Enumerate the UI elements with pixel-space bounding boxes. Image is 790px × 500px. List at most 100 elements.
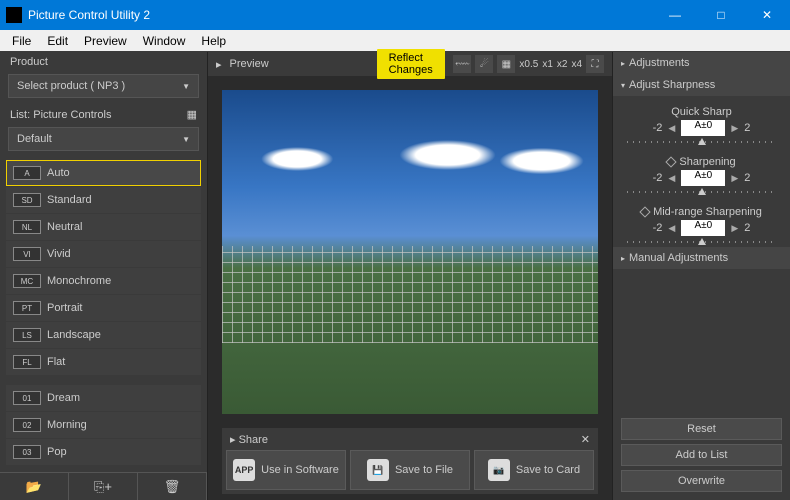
param-min: -2 (653, 172, 663, 184)
pc-label: Auto (47, 167, 70, 179)
list-dropdown[interactable]: Default ▼ (8, 127, 199, 151)
param-value[interactable]: A±0 (681, 120, 725, 136)
preview-header: ▸ Preview Reflect Changes ⬳ ☄ ▦ x0.5 x1 … (208, 52, 612, 76)
arrow-right-icon[interactable]: ▶ (729, 223, 740, 234)
slider-thumb[interactable] (698, 138, 706, 145)
share-label: Share (239, 434, 268, 446)
left-panel: Product Select product ( NP3 ) ▼ List: P… (0, 52, 208, 500)
param-slider[interactable] (627, 188, 776, 200)
pc-item-monochrome[interactable]: MCMonochrome (6, 268, 201, 294)
pc-label: Morning (47, 419, 87, 431)
pc-item-dream[interactable]: 01Dream (6, 385, 201, 411)
import-button[interactable]: 📂 (0, 473, 69, 500)
menu-preview[interactable]: Preview (76, 32, 135, 50)
arrow-left-icon[interactable]: ◀ (666, 123, 677, 134)
menu-file[interactable]: File (4, 32, 39, 50)
arrow-right-icon[interactable]: ▶ (729, 123, 740, 134)
zoom-x4[interactable]: x4 (571, 59, 582, 70)
param-slider[interactable] (627, 138, 776, 150)
preview-clouds (222, 139, 598, 179)
center-panel: ▸ Preview Reflect Changes ⬳ ☄ ▦ x0.5 x1 … (208, 52, 612, 500)
close-button[interactable]: ✕ (744, 0, 790, 30)
grid-icon[interactable]: ▦ (497, 55, 515, 73)
pc-item-morning[interactable]: 02 Morning (6, 412, 201, 438)
adjust-body: Quick Sharp-2◀A±0▶2Sharpening-2◀A±0▶2Mid… (613, 96, 790, 247)
pc-code-icon: SD (13, 193, 41, 207)
reset-button[interactable]: Reset (621, 418, 782, 440)
overwrite-button[interactable]: Overwrite (621, 470, 782, 492)
app-icon (6, 7, 22, 23)
manual-adjustments-header[interactable]: ▸ Manual Adjustments (613, 247, 790, 269)
close-share-icon[interactable]: ✕ (581, 433, 590, 446)
menu-edit[interactable]: Edit (39, 32, 76, 50)
expand-icon[interactable]: ⛶ (586, 55, 604, 73)
pc-label: Monochrome (47, 275, 111, 287)
diamond-icon (639, 206, 650, 217)
slider-thumb[interactable] (698, 188, 706, 195)
param-value[interactable]: A±0 (681, 220, 725, 236)
arrow-left-icon[interactable]: ◀ (666, 223, 677, 234)
share-save-to-card[interactable]: 📷 Save to Card (474, 450, 594, 490)
pc-label: Vivid (47, 248, 71, 260)
maximize-button[interactable]: □ (698, 0, 744, 30)
pc-item-flat[interactable]: FLFlat (6, 349, 201, 375)
histogram-icon[interactable]: ⬳ (453, 55, 471, 73)
manual-label: Manual Adjustments (629, 252, 728, 264)
share-save-to-file[interactable]: 💾 Save to File (350, 450, 470, 490)
chevron-right-icon: ▸ (621, 59, 625, 68)
share-btn-label: Save to Card (516, 464, 580, 476)
slider-thumb[interactable] (698, 238, 706, 245)
pc-label: Standard (47, 194, 92, 206)
titlebar: Picture Control Utility 2 ― □ ✕ (0, 0, 790, 30)
pc-label: Portrait (47, 302, 82, 314)
menu-help[interactable]: Help (193, 32, 234, 50)
pc-code-icon: 02 (13, 418, 41, 432)
param-min: -2 (653, 222, 663, 234)
APP-icon: APP (233, 459, 255, 481)
pc-code-icon: 01 (13, 391, 41, 405)
adjust-sharpness-header[interactable]: ▾ Adjust Sharpness (613, 74, 790, 96)
param-max: 2 (744, 122, 750, 134)
pc-code-icon: NL (13, 220, 41, 234)
list-view-icon[interactable]: ▦ (187, 108, 197, 121)
list-header: List: Picture Controls ▦ (0, 104, 207, 125)
preview-label: Preview (230, 58, 269, 70)
param-name: Sharpening (679, 156, 735, 168)
pc-label: Neutral (47, 221, 82, 233)
pc-item-standard[interactable]: SD Standard (6, 187, 201, 213)
param-name: Quick Sharp (671, 106, 732, 118)
collapse-icon[interactable]: ▸ (230, 434, 236, 446)
share-use-in-software[interactable]: APPUse in Software (226, 450, 346, 490)
pc-item-vivid[interactable]: VIVivid (6, 241, 201, 267)
reflect-changes-button[interactable]: Reflect Changes (377, 49, 446, 79)
param-quick-sharp: Quick Sharp-2◀A±0▶2 (621, 106, 782, 150)
minimize-button[interactable]: ― (652, 0, 698, 30)
zoom-x05[interactable]: x0.5 (519, 59, 538, 70)
param-slider[interactable] (627, 238, 776, 247)
new-button[interactable]: ⎘+ (69, 473, 138, 500)
product-dropdown[interactable]: Select product ( NP3 ) ▼ (8, 74, 199, 98)
card-icon: 📷 (488, 459, 510, 481)
share-btn-label: Save to File (395, 464, 453, 476)
add-to-list-button[interactable]: Add to List (621, 444, 782, 466)
pc-item-portrait[interactable]: PTPortrait (6, 295, 201, 321)
pc-label: Landscape (47, 329, 101, 341)
chevron-down-icon: ▼ (182, 135, 190, 144)
delete-button[interactable]: 🗑 (138, 473, 207, 500)
preview-image[interactable] (222, 90, 598, 414)
adjustments-header[interactable]: ▸ Adjustments (613, 52, 790, 74)
pc-item-pop[interactable]: 03Pop (6, 439, 201, 465)
arrow-right-icon[interactable]: ▶ (729, 173, 740, 184)
arrow-left-icon[interactable]: ◀ (666, 173, 677, 184)
save-icon: 💾 (367, 459, 389, 481)
menu-window[interactable]: Window (135, 32, 194, 50)
zoom-x2[interactable]: x2 (557, 59, 568, 70)
pc-item-auto[interactable]: AAuto (6, 160, 201, 186)
pc-item-neutral[interactable]: NL Neutral (6, 214, 201, 240)
zoom-x1[interactable]: x1 (542, 59, 553, 70)
param-max: 2 (744, 172, 750, 184)
pc-item-landscape[interactable]: LSLandscape (6, 322, 201, 348)
compare-icon[interactable]: ☄ (475, 55, 493, 73)
param-value[interactable]: A±0 (681, 170, 725, 186)
collapse-icon[interactable]: ▸ (216, 58, 222, 71)
